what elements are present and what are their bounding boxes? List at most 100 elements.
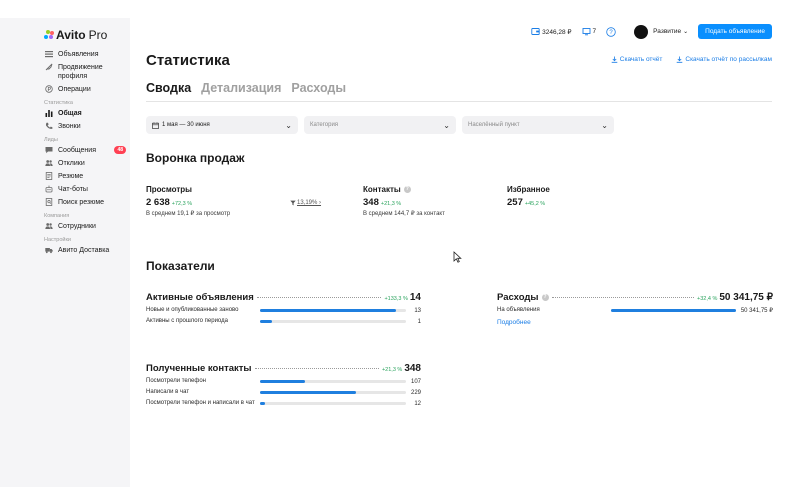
funnel-title: Воронка продаж <box>146 151 245 165</box>
conversion-value: 13,19% › <box>297 200 322 206</box>
tab-details[interactable]: Детализация <box>201 81 281 95</box>
sidebar-item-resume-search[interactable]: Поиск резюме <box>44 198 126 207</box>
contacts-value: 348 <box>363 197 379 208</box>
contacts-label: Контакты <box>363 185 401 194</box>
category-select[interactable]: Категория ⌄ <box>304 116 456 134</box>
help-button[interactable]: ? <box>606 26 618 37</box>
progress-fill <box>260 309 396 312</box>
document-search-icon <box>44 198 53 207</box>
sidebar-item-employees[interactable]: Сотрудники <box>44 222 126 231</box>
account-name: Развитие <box>653 28 682 35</box>
sidebar-item-label: Продвижение профиля <box>58 64 103 80</box>
views-value-row: 2 638 +72,3 % <box>146 197 230 208</box>
row-value: 1 <box>417 318 421 325</box>
conversion-link[interactable]: 13,19% › <box>290 200 321 206</box>
active-listings-value: 14 <box>409 292 421 303</box>
tab-bar: Сводка Детализация Расходы <box>146 81 772 102</box>
chat-icon <box>44 146 53 155</box>
info-icon[interactable]: ? <box>403 186 411 193</box>
sidebar-group-stats: Статистика <box>44 100 73 106</box>
active-listings-title: Активные объявления <box>146 292 254 303</box>
truck-icon <box>44 246 53 255</box>
progress-bar <box>260 309 406 312</box>
download-icon <box>611 56 618 63</box>
row-label: Активны с прошлого периода <box>146 318 228 324</box>
expenses-title-row: Расходы? <box>497 292 549 303</box>
download-report-link[interactable]: Скачать отчёт <box>611 56 663 63</box>
account-switcher[interactable]: Развитие ⌄ <box>634 24 688 39</box>
sidebar-item-calls[interactable]: Звонки <box>44 122 126 131</box>
received-contacts-delta: +21,3 % <box>381 367 403 373</box>
expenses-value: 50 341,75 ₽ <box>719 292 773 303</box>
city-select[interactable]: Населённый пункт ⌄ <box>462 116 614 134</box>
sidebar-item-messages[interactable]: Сообщения 48 <box>44 146 126 155</box>
sidebar-item-label: Объявления <box>58 51 99 58</box>
sidebar-item-operations[interactable]: Операции <box>44 85 126 94</box>
indicators-title: Показатели <box>146 259 215 273</box>
date-range-select[interactable]: 1 мая — 30 июня ⌄ <box>146 116 298 134</box>
document-icon <box>44 172 53 181</box>
active-listings-block: Активные объявления +133,3 % 14 Новые и … <box>146 292 421 325</box>
received-contacts-block: Полученные контакты +21,3 % 348 Посмотре… <box>146 363 421 407</box>
sidebar-item-avito-delivery[interactable]: Авито Доставка <box>44 246 126 255</box>
sidebar-item-label: Сотрудники <box>58 223 96 230</box>
download-links: Скачать отчёт Скачать отчёт по рассылкам <box>597 56 772 63</box>
contacts-value-row: 348 +21,3 % <box>363 197 445 208</box>
expenses-header: Расходы? +32,4 % 50 341,75 ₽ <box>497 292 773 303</box>
row-label: На объявления <box>497 307 540 313</box>
progress-bar <box>260 402 406 405</box>
dotted-leader <box>551 297 695 298</box>
expenses-block: Расходы? +32,4 % 50 341,75 ₽ На объявлен… <box>497 292 773 326</box>
expenses-details-link[interactable]: Подробнее <box>497 319 773 326</box>
avito-pro-logo[interactable]: Avito Pro <box>44 28 130 42</box>
bot-icon <box>44 185 53 194</box>
row-value: 13 <box>414 307 421 314</box>
tab-summary[interactable]: Сводка <box>146 81 191 95</box>
date-range-value: 1 мая — 30 июня <box>162 122 210 128</box>
dotted-leader <box>256 297 382 298</box>
progress-bar <box>611 309 736 312</box>
progress-bar <box>260 391 406 394</box>
progress-fill <box>260 402 266 405</box>
row-label: Новые и опубликованные заново <box>146 307 239 313</box>
bar-chart-icon <box>44 109 53 118</box>
sidebar-item-promotion[interactable]: Продвижение профиля <box>44 63 126 81</box>
info-icon[interactable]: ? <box>541 294 549 301</box>
category-placeholder: Категория <box>310 122 339 128</box>
views-subtext: В среднем 19,1 ₽ за просмотр <box>146 211 231 217</box>
active-listings-row: Активны с прошлого периода 1 <box>146 318 421 325</box>
dotted-leader <box>254 368 379 369</box>
download-report-label: Скачать отчёт <box>619 56 663 63</box>
row-label: Посмотрели телефон <box>146 378 206 384</box>
wallet-icon <box>531 28 540 35</box>
expenses-title: Расходы <box>497 292 539 303</box>
wallet-balance[interactable]: 3246,28 ₽ <box>531 27 572 36</box>
sidebar-item-chatbots[interactable]: Чат-боты <box>44 185 126 194</box>
sidebar-item-label: Резюме <box>58 173 84 180</box>
avatar <box>634 24 649 39</box>
filter-funnel-icon <box>290 200 296 206</box>
progress-fill <box>260 320 272 323</box>
views-delta: +72,3 % <box>171 201 193 207</box>
city-placeholder: Населённый пункт <box>468 122 520 128</box>
messages-count-badge: 48 <box>114 146 126 154</box>
progress-fill <box>260 391 357 394</box>
top-bar: 3246,28 ₽ 7 ? Развитие ⌄ Подать объявлен… <box>521 24 772 39</box>
bonus-icon <box>582 28 590 36</box>
tab-expenses[interactable]: Расходы <box>291 81 346 95</box>
sidebar-item-listings[interactable]: Объявления <box>44 50 126 59</box>
sidebar-item-responses[interactable]: Отклики <box>44 159 126 168</box>
favorites-value-row: 257 +45,2 % <box>507 197 550 208</box>
top-strip <box>0 0 800 18</box>
sidebar-item-resumes[interactable]: Резюме <box>44 172 126 181</box>
sidebar: Avito Pro Объявления Продвижение профиля… <box>0 18 130 487</box>
sidebar-item-overview[interactable]: Общая <box>44 109 126 118</box>
row-value: 107 <box>410 378 421 385</box>
post-ad-button[interactable]: Подать объявление <box>698 24 772 39</box>
views-metric: Просмотры 2 638 +72,3 % В среднем 19,1 ₽ … <box>146 185 230 217</box>
download-mailing-report-link[interactable]: Скачать отчёт по рассылкам <box>676 56 772 63</box>
favorites-metric: Избранное 257 +45,2 % <box>507 185 550 208</box>
contacts-metric: Контакты? 348 +21,3 % В среднем 144,7 ₽ з… <box>363 185 445 217</box>
download-mailing-report-label: Скачать отчёт по рассылкам <box>685 56 772 63</box>
bonus-counter[interactable]: 7 <box>582 27 596 36</box>
